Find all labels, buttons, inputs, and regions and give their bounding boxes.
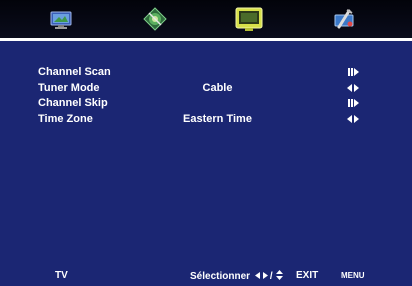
top-tab-bar bbox=[0, 0, 412, 38]
menu-item-time-zone[interactable]: Time Zone Eastern Time bbox=[0, 113, 412, 129]
menu-item-tuner-mode[interactable]: Tuner Mode Cable bbox=[0, 82, 412, 98]
left-right-arrows-icon bbox=[347, 84, 359, 92]
menu-item-value: Eastern Time bbox=[183, 113, 252, 125]
top-divider bbox=[0, 38, 412, 41]
select-label: Sélectionner bbox=[190, 271, 251, 282]
up-down-arrows-icon bbox=[276, 270, 284, 280]
setup-icon bbox=[334, 9, 354, 29]
navigation-hint: Sélectionner / bbox=[190, 270, 284, 282]
menu-button[interactable]: MENU bbox=[341, 271, 365, 280]
audio-icon bbox=[143, 7, 167, 31]
footer-bar: TV Sélectionner / EXIT MENU bbox=[0, 268, 412, 284]
tv-osd-menu: Channel Scan Tuner Mode Cable Channel Sk… bbox=[0, 0, 412, 286]
picture-icon bbox=[50, 11, 72, 29]
menu-item-label: Time Zone bbox=[38, 113, 93, 125]
exit-button[interactable]: EXIT bbox=[296, 270, 318, 281]
nav-separator: / bbox=[269, 271, 273, 282]
menu-item-value: Cable bbox=[202, 82, 233, 94]
menu-item-label: Channel Skip bbox=[38, 97, 108, 109]
tab-channel[interactable] bbox=[234, 5, 263, 33]
enter-icon bbox=[348, 99, 359, 107]
menu-item-label: Tuner Mode bbox=[38, 82, 100, 94]
left-right-arrows-icon bbox=[347, 115, 359, 123]
left-right-arrows-icon bbox=[254, 272, 268, 279]
tab-picture[interactable] bbox=[47, 5, 75, 33]
menu-item-channel-scan[interactable]: Channel Scan bbox=[0, 66, 412, 82]
input-source-label: TV bbox=[55, 270, 68, 281]
tv-channel-icon bbox=[235, 7, 263, 31]
enter-icon bbox=[348, 68, 359, 76]
tab-audio[interactable] bbox=[141, 5, 169, 33]
menu-item-label: Channel Scan bbox=[38, 66, 111, 78]
menu-item-channel-skip[interactable]: Channel Skip bbox=[0, 97, 412, 113]
tab-setup[interactable] bbox=[330, 5, 358, 33]
